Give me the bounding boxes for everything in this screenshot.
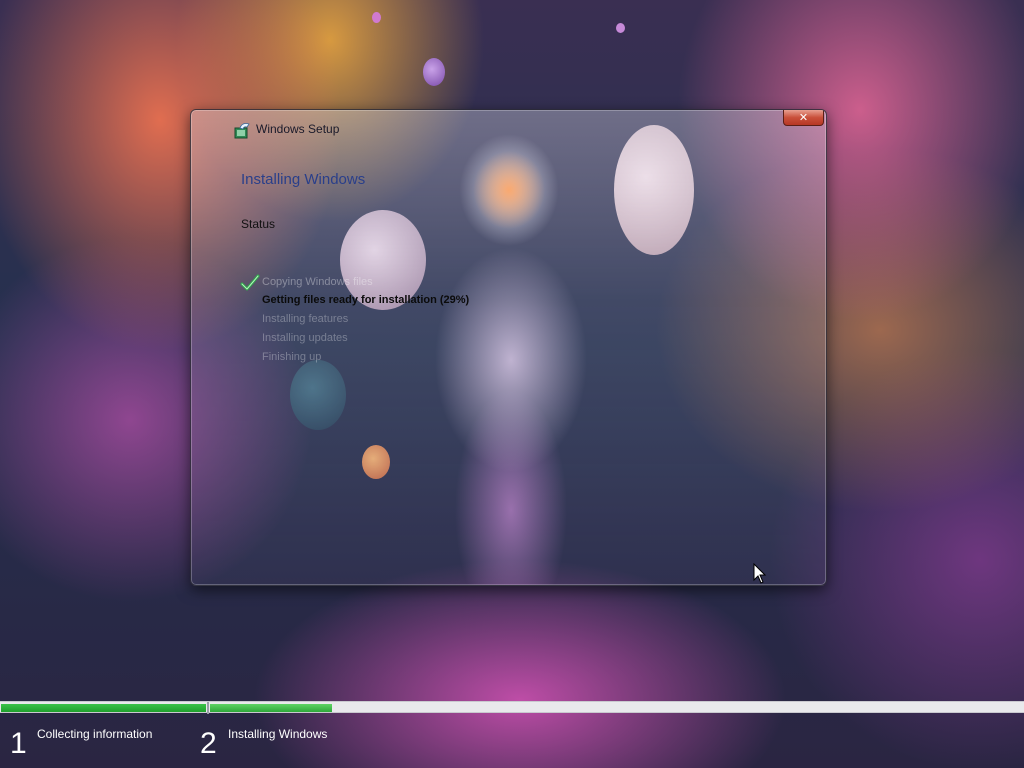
checkmark-icon (240, 274, 260, 291)
status-heading: Status (241, 217, 276, 231)
close-button[interactable]: ✕ (783, 110, 824, 126)
mouse-pointer-icon (753, 563, 767, 584)
phase-2-number: 2 (200, 727, 217, 760)
window-title: Windows Setup (256, 122, 340, 136)
step-installing-updates: Installing updates (262, 332, 348, 344)
step-getting-files-ready: Getting files ready for installation (29… (262, 294, 470, 306)
page-title: Installing Windows (241, 171, 366, 188)
setup-progress-bar (0, 701, 1024, 714)
windows-setup-icon (234, 123, 250, 139)
phase-1-progress-fill (1, 704, 206, 712)
step-copying-files: Copying Windows files (262, 276, 373, 288)
step-installing-features: Installing features (262, 313, 349, 325)
phase-2-label: Installing Windows (228, 727, 328, 741)
phase-1-number: 1 (10, 727, 27, 760)
step-finishing-up: Finishing up (262, 351, 322, 363)
phase-1-label: Collecting information (37, 727, 153, 741)
close-icon: ✕ (798, 111, 809, 124)
windows-setup-dialog: ✕ Windows Setup Installing Windows Statu… (190, 109, 827, 586)
setup-phases-bar: 1 Collecting information 2 Installing Wi… (0, 713, 1024, 768)
phase-2-progress-fill (210, 704, 332, 712)
astronaut-illustration (391, 130, 631, 585)
